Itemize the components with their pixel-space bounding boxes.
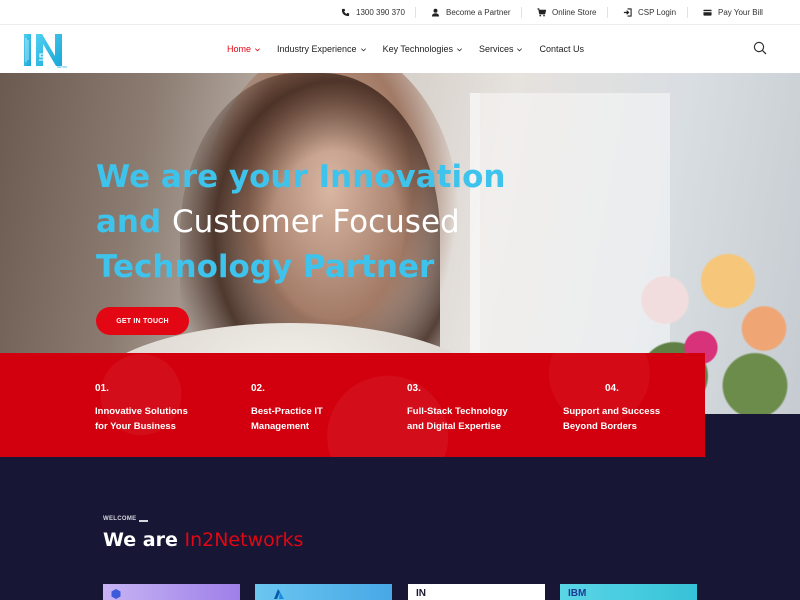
nav-item-industry-experience[interactable]: Industry Experience	[277, 44, 367, 54]
feature-item: 02. Best-Practice IT Management	[251, 383, 323, 434]
credit-card-icon	[703, 9, 712, 16]
hero-title-line-2-rest: Customer Focused	[171, 204, 460, 240]
nav-label-key-technologies: Key Technologies	[382, 44, 453, 54]
in2networks-logo[interactable]: NETWORKS	[23, 30, 74, 70]
card-label: IBM	[568, 588, 587, 599]
hero-title-line-1: We are your Innovation	[96, 159, 506, 195]
azure-icon	[274, 589, 284, 599]
logo-subtext: NETWORKS	[57, 65, 67, 69]
feature-line: Full-Stack Technology	[407, 406, 508, 417]
pay-bill-link[interactable]: Pay Your Bill	[703, 0, 763, 25]
online-store-label: Online Store	[552, 8, 597, 17]
feature-item: 01. Innovative Solutions for Your Busine…	[95, 383, 188, 434]
divider	[415, 7, 416, 18]
get-in-touch-button[interactable]: GET IN TOUCH	[96, 307, 189, 335]
solution-card[interactable]: IN	[408, 584, 545, 600]
feature-line: and Digital Expertise	[407, 421, 501, 432]
search-button[interactable]	[753, 41, 767, 55]
become-partner-label: Become a Partner	[446, 8, 511, 17]
feature-line: Support and Success	[563, 406, 661, 417]
csp-login-link[interactable]: CSP Login	[623, 0, 676, 25]
login-icon	[623, 8, 632, 17]
chevron-down-icon	[360, 47, 366, 51]
feature-item: 03. Full-Stack Technology and Digital Ex…	[407, 383, 508, 434]
nav-item-key-technologies[interactable]: Key Technologies	[383, 44, 463, 54]
hero-title-line-3: Technology Partner	[96, 249, 435, 285]
chevron-down-icon	[456, 47, 462, 51]
feature-text: Full-Stack Technology and Digital Expert…	[407, 404, 508, 434]
feature-number: 04.	[605, 383, 619, 394]
welcome-eyebrow-text: WELCOME	[103, 516, 137, 522]
hero-title: We are your Innovation and Customer Focu…	[96, 155, 506, 290]
features-band: 01. Innovative Solutions for Your Busine…	[0, 353, 705, 457]
feature-line: Innovative Solutions	[95, 406, 188, 417]
feature-number: 01.	[95, 383, 109, 394]
nav-item-contact-us[interactable]: Contact Us	[539, 44, 584, 54]
welcome-heading: We are In2Networks	[103, 529, 303, 551]
welcome-heading-brand: In2Networks	[184, 529, 304, 551]
eyebrow-dash	[139, 520, 149, 522]
csp-login-label: CSP Login	[638, 8, 677, 17]
feature-text: Best-Practice IT Management	[251, 404, 323, 434]
pay-bill-label: Pay Your Bill	[718, 8, 763, 17]
feature-line: Best-Practice IT	[251, 406, 323, 417]
card-label: IN	[416, 588, 426, 599]
divider	[607, 7, 608, 18]
divider	[687, 7, 688, 18]
nav-label-home: Home	[227, 44, 252, 54]
feature-number: 02.	[251, 383, 265, 394]
feature-line: for Your Business	[95, 421, 176, 432]
chevron-down-icon	[255, 47, 261, 51]
hexagon-icon	[111, 589, 121, 599]
welcome-eyebrow: WELCOME	[103, 516, 149, 522]
solution-card[interactable]: IBM	[560, 584, 697, 600]
chevron-down-icon	[517, 47, 523, 51]
nav-label-industry-experience: Industry Experience	[277, 44, 357, 54]
top-utility-bar: 1300 390 370 Become a Partner Online Sto…	[0, 0, 800, 25]
feature-text: Innovative Solutions for Your Business	[95, 404, 188, 434]
primary-nav: Home Industry Experience Key Technologie…	[227, 25, 600, 73]
user-icon	[431, 8, 440, 17]
main-header: NETWORKS Home Industry Experience Key Te…	[0, 25, 800, 73]
become-partner-link[interactable]: Become a Partner	[431, 0, 510, 25]
nav-item-home[interactable]: Home	[227, 44, 261, 54]
solution-card[interactable]	[255, 584, 392, 600]
phone-icon	[341, 8, 350, 17]
feature-number: 03.	[407, 383, 421, 394]
feature-item: 04. Support and Success Beyond Borders	[563, 383, 660, 434]
phone-number: 1300 390 370	[356, 8, 405, 17]
nav-label-services: Services	[478, 44, 514, 54]
cart-icon	[537, 8, 546, 17]
hero-title-line-2-highlight: and	[96, 204, 162, 240]
logo-mark: NETWORKS	[24, 34, 74, 69]
solution-card[interactable]	[103, 584, 240, 600]
nav-label-contact-us: Contact Us	[539, 44, 584, 54]
feature-text: Support and Success Beyond Borders	[563, 404, 660, 434]
nav-item-services[interactable]: Services	[479, 44, 524, 54]
welcome-heading-prefix: We are	[103, 529, 178, 551]
phone-link[interactable]: 1300 390 370	[341, 0, 405, 25]
search-icon	[753, 41, 767, 55]
online-store-link[interactable]: Online Store	[537, 0, 596, 25]
divider	[521, 7, 522, 18]
feature-line: Beyond Borders	[563, 421, 637, 432]
feature-line: Management	[251, 421, 310, 432]
hero-title-line-2: and Customer Focused	[96, 200, 506, 245]
